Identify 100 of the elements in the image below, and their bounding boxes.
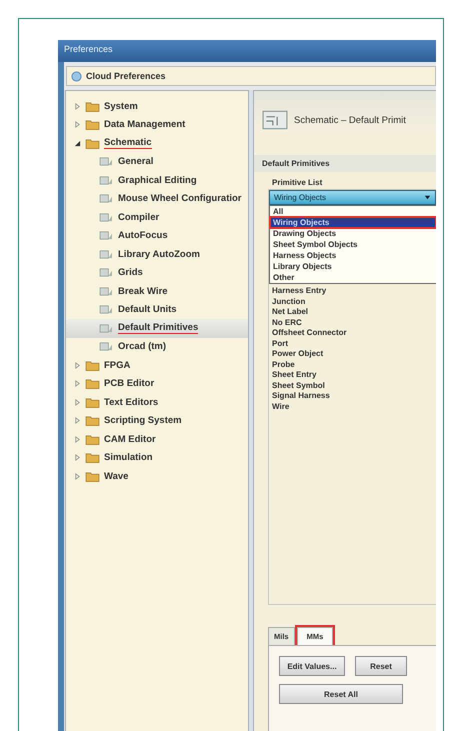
- page-title: Schematic – Default Primit: [294, 114, 406, 126]
- settings-page-icon: [99, 212, 114, 223]
- collapsed-triangle-icon[interactable]: [74, 417, 81, 424]
- tree-item[interactable]: Mouse Wheel Configuratior: [118, 193, 242, 204]
- primitive-list-item[interactable]: Harness Entry: [272, 286, 436, 296]
- tree-row[interactable]: Default Primitives: [66, 319, 248, 338]
- dropdown-option[interactable]: All: [270, 206, 436, 217]
- folder-icon: [85, 452, 100, 464]
- collapsed-triangle-icon[interactable]: [74, 102, 81, 110]
- tree-item[interactable]: Simulation: [104, 452, 153, 464]
- collapsed-triangle-icon[interactable]: [74, 380, 81, 388]
- tree-row[interactable]: General: [66, 152, 248, 171]
- collapsed-triangle-icon[interactable]: [74, 472, 81, 480]
- tree-item[interactable]: Wave: [104, 470, 128, 482]
- primitive-list-item[interactable]: Signal Harness: [272, 391, 436, 402]
- reset-all-button[interactable]: Reset All: [279, 684, 403, 704]
- tree-row[interactable]: AutoFocus: [66, 226, 248, 245]
- settings-page-icon: [99, 304, 114, 316]
- primitive-list-item[interactable]: Probe: [272, 360, 436, 370]
- tree-row[interactable]: Scripting System: [66, 412, 248, 430]
- folder-icon: [85, 470, 100, 482]
- dropdown-option[interactable]: Drawing Objects: [270, 228, 436, 239]
- tree-item[interactable]: Orcad (tm): [118, 341, 166, 352]
- tree-item[interactable]: Graphical Editing: [118, 174, 197, 186]
- folder-icon: [85, 434, 100, 445]
- tree-item[interactable]: PCB Editor: [104, 378, 154, 390]
- collapsed-triangle-icon[interactable]: [74, 436, 81, 443]
- tree-row[interactable]: Simulation: [66, 448, 248, 467]
- tree-row[interactable]: Default Units: [66, 300, 248, 319]
- tree-item[interactable]: General: [118, 156, 154, 168]
- dropdown-option[interactable]: Library Objects: [270, 261, 436, 272]
- tree-row[interactable]: Schematic: [66, 134, 248, 152]
- tree-item[interactable]: Compiler: [118, 212, 160, 223]
- primitive-list-item[interactable]: Junction: [272, 296, 436, 307]
- tree-item[interactable]: Default Units: [118, 304, 177, 316]
- tree-item[interactable]: Library AutoZoom: [118, 248, 200, 260]
- folder-icon: [85, 100, 100, 112]
- tree-row[interactable]: Compiler: [66, 208, 248, 226]
- cloud-icon: [71, 70, 82, 82]
- settings-page-icon: [99, 193, 114, 204]
- primitive-list-combo[interactable]: Wiring Objects: [269, 190, 436, 205]
- primitive-list-item[interactable]: Net Label: [272, 307, 436, 318]
- tree-item[interactable]: Schematic: [104, 137, 152, 150]
- tree-item[interactable]: CAM Editor: [104, 434, 156, 445]
- tree-row[interactable]: Grids: [66, 264, 248, 282]
- tree-row[interactable]: System: [66, 97, 248, 116]
- section-header: Default Primitives: [254, 155, 436, 172]
- dropdown-option[interactable]: Other: [270, 272, 436, 283]
- dropdown-option[interactable]: Wiring Objects: [270, 217, 436, 228]
- tree-row[interactable]: Orcad (tm): [66, 338, 248, 356]
- tree-row[interactable]: Text Editors: [66, 393, 248, 412]
- primitive-list-item[interactable]: Power Object: [272, 349, 436, 360]
- folder-icon: [85, 360, 100, 371]
- tree-item[interactable]: FPGA: [104, 360, 130, 371]
- folder-icon: [85, 396, 100, 408]
- tree-row[interactable]: Break Wire: [66, 282, 248, 300]
- folder-icon: [85, 378, 100, 390]
- settings-page-icon: [99, 267, 114, 278]
- collapsed-triangle-icon[interactable]: [74, 121, 81, 128]
- dropdown-option[interactable]: Sheet Symbol Objects: [270, 239, 436, 250]
- settings-page-icon: [99, 322, 114, 334]
- tree-row[interactable]: CAM Editor: [66, 430, 248, 448]
- collapsed-triangle-icon[interactable]: [74, 398, 81, 406]
- tree-item[interactable]: Default Primitives: [118, 322, 198, 334]
- tree-item[interactable]: Grids: [118, 267, 143, 278]
- tree-item[interactable]: AutoFocus: [118, 230, 168, 242]
- tree-item[interactable]: Break Wire: [118, 286, 168, 297]
- settings-page-icon: [99, 230, 114, 242]
- action-button[interactable]: Reset: [355, 656, 407, 676]
- action-button[interactable]: Edit Values...: [279, 656, 345, 676]
- dropdown-option[interactable]: Harness Objects: [270, 250, 436, 261]
- tree-row[interactable]: Graphical Editing: [66, 171, 248, 190]
- tree-item[interactable]: Data Management: [104, 119, 186, 130]
- tree-item[interactable]: System: [104, 100, 138, 112]
- schematic-page-icon: [262, 110, 288, 130]
- tree-row[interactable]: Library AutoZoom: [66, 245, 248, 264]
- field-label: Primitive List: [272, 178, 324, 187]
- collapsed-triangle-icon[interactable]: [74, 362, 81, 369]
- cloud-preferences-button[interactable]: Cloud Preferences: [66, 66, 436, 86]
- folder-icon: [85, 138, 100, 149]
- primitive-list-item[interactable]: No ERC: [272, 318, 436, 328]
- folder-icon: [85, 415, 100, 426]
- settings-page-icon: [99, 156, 114, 168]
- primitive-list-item[interactable]: Port: [272, 338, 436, 349]
- tree-row[interactable]: Wave: [66, 467, 248, 486]
- window-title: Preferences: [64, 44, 113, 54]
- tree-row[interactable]: Data Management: [66, 116, 248, 134]
- primitive-list-item[interactable]: Wire: [272, 402, 436, 412]
- primitive-list-item[interactable]: Offsheet Connector: [272, 328, 436, 338]
- primitive-list-item[interactable]: Sheet Symbol: [272, 380, 436, 391]
- tree-row[interactable]: PCB Editor: [66, 374, 248, 393]
- expanded-triangle-icon[interactable]: [74, 140, 81, 147]
- tree-row[interactable]: FPGA: [66, 356, 248, 374]
- folder-icon: [85, 119, 100, 130]
- tree-item[interactable]: Scripting System: [104, 415, 182, 426]
- tree-row[interactable]: Mouse Wheel Configuratior: [66, 190, 248, 208]
- primitive-list-item[interactable]: Sheet Entry: [272, 370, 436, 380]
- settings-page-icon: [99, 248, 114, 260]
- tree-item[interactable]: Text Editors: [104, 396, 158, 408]
- collapsed-triangle-icon[interactable]: [74, 454, 81, 462]
